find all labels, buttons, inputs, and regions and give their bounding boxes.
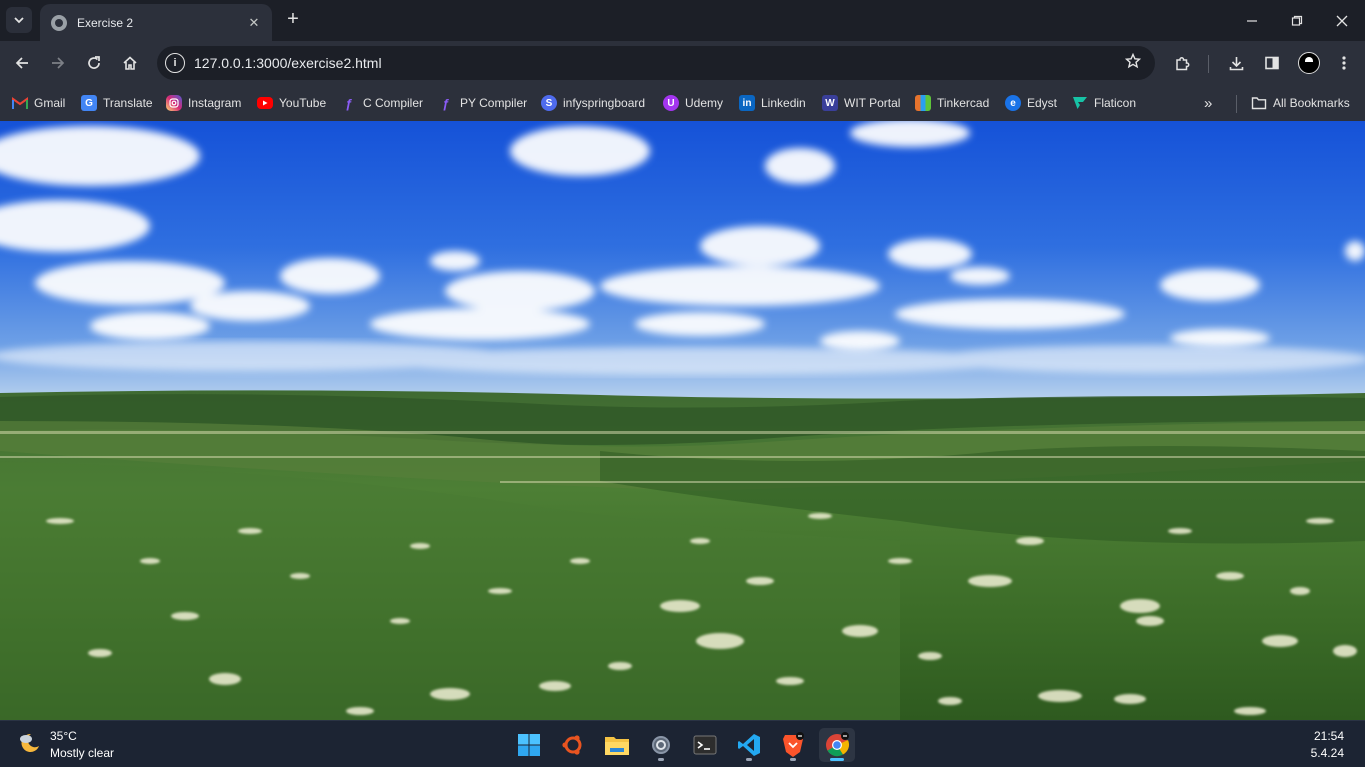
side-panel-icon — [1265, 56, 1279, 70]
windows-start-icon — [518, 734, 540, 756]
udemy-icon: U — [663, 95, 679, 111]
terminal-icon — [693, 735, 717, 755]
more-vertical-icon — [1342, 56, 1346, 70]
close-icon — [1336, 15, 1348, 26]
bookmark-edyst[interactable]: e Edyst — [1005, 93, 1057, 113]
weather-description[interactable]: Mostly clear — [50, 746, 114, 760]
home-button[interactable] — [117, 50, 143, 76]
bookmarks-bar: Gmail G Translate Instagram YouTube ƒ C … — [0, 86, 1365, 121]
home-icon — [123, 56, 137, 70]
globe-icon — [51, 14, 67, 31]
bookmark-youtube[interactable]: YouTube — [257, 93, 326, 113]
restore-button[interactable] — [1274, 0, 1320, 41]
settings-app[interactable] — [643, 728, 679, 762]
side-panel-button[interactable] — [1260, 51, 1284, 75]
url-text[interactable]: 127.0.0.1:3000/exercise2.html — [194, 55, 1125, 71]
bookmark-instagram[interactable]: Instagram — [166, 93, 241, 113]
chevron-double-right-icon: » — [1204, 94, 1213, 112]
file-explorer-app[interactable] — [599, 728, 635, 762]
all-bookmarks-button[interactable]: All Bookmarks — [1251, 93, 1350, 113]
new-tab-button[interactable]: + — [282, 8, 304, 32]
bookmark-c-compiler[interactable]: ƒ C Compiler — [341, 93, 423, 113]
bookmark-star-icon[interactable] — [1124, 52, 1142, 74]
edyst-icon: e — [1005, 95, 1021, 111]
wit-portal-icon: W — [822, 95, 838, 111]
windows-start-button[interactable] — [511, 728, 547, 762]
puzzle-icon — [1175, 56, 1189, 70]
windows-taskbar: 35°C Mostly clear 21:54 5.4.24 — [0, 720, 1365, 767]
reload-icon — [88, 56, 100, 69]
bookmark-tinkercad[interactable]: Tinkercad — [915, 93, 989, 113]
gmail-icon — [12, 95, 28, 111]
minimize-icon — [1247, 19, 1257, 22]
clock-time[interactable]: 21:54 — [1314, 729, 1344, 743]
extensions-button[interactable] — [1170, 51, 1194, 75]
settings-icon — [652, 736, 670, 754]
bookmark-flaticon[interactable]: Flaticon — [1072, 93, 1136, 113]
ubuntu-icon — [562, 735, 582, 755]
weather-moon-cloud-icon[interactable] — [17, 730, 43, 756]
brave-icon — [783, 732, 804, 757]
linkedin-icon: in — [739, 95, 755, 111]
chrome-menu-button[interactable] — [1332, 51, 1356, 75]
downloads-button[interactable] — [1224, 51, 1248, 75]
vscode-app[interactable] — [731, 728, 767, 762]
brave-app[interactable] — [775, 728, 811, 762]
forward-button[interactable] — [45, 50, 71, 76]
flaticon-icon — [1072, 95, 1088, 111]
bookmarks-divider — [1236, 95, 1237, 113]
instagram-icon — [166, 95, 182, 111]
clock-date[interactable]: 5.4.24 — [1311, 746, 1344, 760]
vscode-icon — [738, 734, 760, 756]
bookmark-translate[interactable]: G Translate — [81, 93, 153, 113]
active-indicator — [830, 758, 844, 761]
profile-avatar[interactable] — [1298, 52, 1320, 74]
bookmark-wit-portal[interactable]: W WIT Portal — [822, 93, 900, 113]
browser-toolbar: i 127.0.0.1:3000/exercise2.html — [0, 41, 1365, 86]
chrome-icon — [826, 732, 850, 757]
bookmark-udemy[interactable]: U Udemy — [663, 93, 723, 113]
landscape-scene — [0, 121, 1365, 720]
file-explorer-icon — [605, 737, 629, 755]
running-indicator — [746, 758, 752, 761]
weather-temperature[interactable]: 35°C — [50, 729, 77, 743]
tab-close-icon[interactable]: ✕ — [244, 15, 264, 31]
chevron-down-icon — [14, 17, 24, 24]
running-indicator — [790, 758, 796, 761]
bookmark-infyspringboard[interactable]: S infyspringboard — [541, 93, 645, 113]
ubuntu-app[interactable] — [555, 728, 591, 762]
address-bar[interactable]: i 127.0.0.1:3000/exercise2.html — [157, 46, 1155, 80]
close-window-button[interactable] — [1319, 0, 1365, 41]
chrome-app[interactable] — [819, 728, 855, 762]
restore-icon — [1291, 15, 1303, 26]
terminal-app[interactable] — [687, 728, 723, 762]
download-icon — [1229, 56, 1243, 70]
running-indicator — [658, 758, 664, 761]
tab-title: Exercise 2 — [77, 15, 134, 30]
tab-strip: Exercise 2 ✕ + — [0, 0, 1365, 41]
site-info-icon[interactable]: i — [165, 53, 185, 73]
active-tab[interactable]: Exercise 2 ✕ — [40, 4, 272, 41]
arrow-right-icon — [52, 57, 65, 69]
bookmark-py-compiler[interactable]: ƒ PY Compiler — [438, 93, 527, 113]
infyspringboard-icon: S — [541, 95, 557, 111]
tab-search-button[interactable] — [6, 7, 32, 33]
reload-button[interactable] — [81, 50, 107, 76]
landscape-image — [0, 121, 1365, 720]
c-compiler-icon: ƒ — [345, 95, 353, 111]
py-compiler-icon: ƒ — [442, 95, 450, 111]
youtube-icon — [257, 97, 273, 109]
more-bookmarks-button[interactable]: » — [1204, 93, 1212, 113]
toolbar-divider — [1208, 55, 1209, 73]
tinkercad-icon — [915, 95, 931, 111]
bookmark-gmail[interactable]: Gmail — [12, 93, 65, 113]
arrow-left-icon — [15, 57, 28, 69]
bookmark-linkedin[interactable]: in Linkedin — [739, 93, 806, 113]
folder-icon — [1251, 95, 1267, 111]
back-button[interactable] — [9, 50, 35, 76]
translate-icon: G — [81, 95, 97, 111]
minimize-button[interactable] — [1229, 0, 1275, 41]
